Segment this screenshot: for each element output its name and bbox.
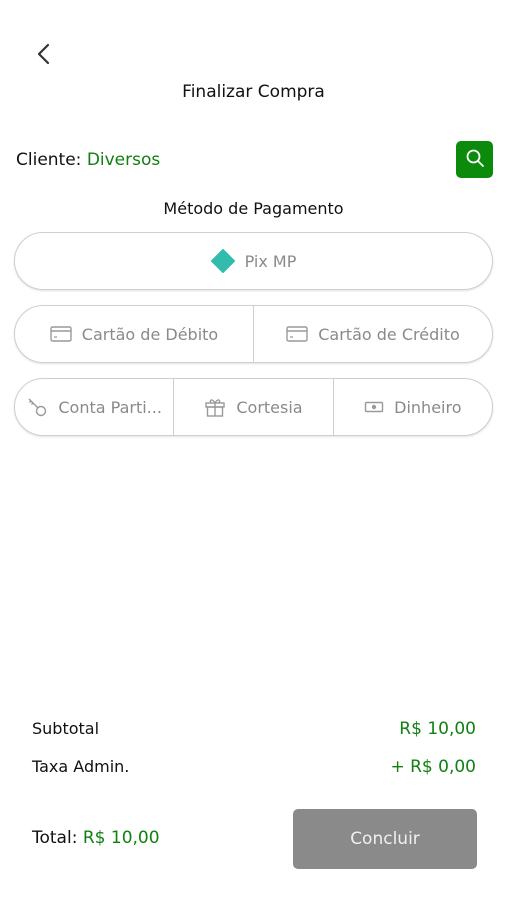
- key-icon: [26, 396, 48, 418]
- client-row: Cliente: Diversos: [16, 150, 160, 170]
- payment-row-2: Cartão de Débito Cartão de Crédito: [14, 305, 493, 363]
- payment-option-label: Dinheiro: [394, 397, 462, 417]
- back-button[interactable]: [28, 40, 60, 72]
- total-label: Total:: [32, 828, 78, 848]
- client-value: Diversos: [86, 150, 161, 170]
- total-value: R$ 10,00: [82, 828, 160, 848]
- client-search-button[interactable]: [456, 141, 493, 178]
- page-title: Finalizar Compra: [182, 82, 325, 102]
- total-row: Total: R$ 10,00: [32, 828, 160, 848]
- cash-icon: [364, 400, 384, 414]
- fee-value: + R$ 0,00: [390, 757, 476, 777]
- subtotal-value: R$ 10,00: [399, 719, 476, 739]
- conclude-button[interactable]: Concluir: [293, 809, 477, 869]
- payment-option-account[interactable]: Conta Parti...: [15, 379, 173, 435]
- credit-card-icon: [50, 326, 72, 342]
- payment-option-label: Cartão de Crédito: [318, 324, 460, 344]
- payment-option-courtesy[interactable]: Cortesia: [173, 379, 332, 435]
- payment-option-debit-card[interactable]: Cartão de Débito: [15, 306, 253, 362]
- payment-option-credit-card[interactable]: Cartão de Crédito: [253, 306, 492, 362]
- search-icon: [465, 148, 485, 172]
- payment-option-label: Cartão de Débito: [81, 324, 219, 344]
- pix-icon: [210, 249, 235, 273]
- payment-row-3: Conta Parti... Cortesia Dinheiro: [14, 378, 493, 436]
- client-label: Cliente:: [16, 150, 82, 170]
- payment-option-cash[interactable]: Dinheiro: [332, 379, 492, 435]
- payment-option-label: Pix MP: [244, 251, 297, 271]
- fee-label: Taxa Admin.: [32, 757, 130, 776]
- payment-option-pix[interactable]: Pix MP: [15, 233, 492, 289]
- gift-icon: [204, 396, 226, 418]
- payment-method-title: Método de Pagamento: [163, 199, 344, 218]
- chevron-left-icon: [36, 43, 52, 69]
- payment-option-label: Conta Parti...: [58, 397, 162, 417]
- payment-row-1: Pix MP: [14, 232, 493, 290]
- payment-option-label: Cortesia: [236, 397, 303, 417]
- credit-card-icon: [286, 326, 308, 342]
- subtotal-label: Subtotal: [32, 719, 100, 738]
